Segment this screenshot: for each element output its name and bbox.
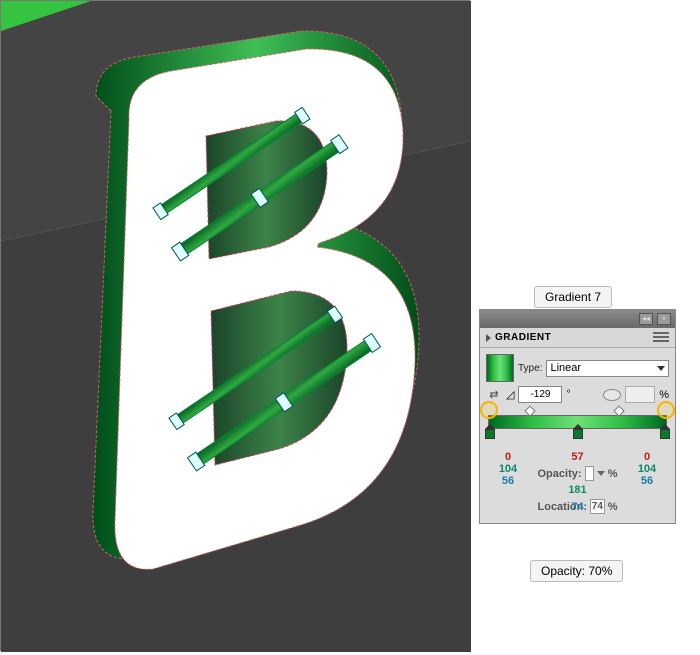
opacity-dropdown-icon[interactable] <box>597 471 605 476</box>
stop-left-r: 0 <box>488 451 528 463</box>
location-unit: % <box>608 501 618 513</box>
opacity-unit: % <box>608 468 618 480</box>
type-select[interactable]: Linear <box>546 360 669 377</box>
disclosure-icon <box>486 334 491 342</box>
opacity-callout: Opacity: 70% <box>530 560 623 582</box>
panel-title: GRADIENT <box>495 332 551 343</box>
stop-right-r: 0 <box>627 451 667 463</box>
location-input[interactable]: 74 <box>590 499 605 514</box>
opacity-midpoint[interactable] <box>524 405 536 417</box>
gradient-ramp[interactable] <box>488 415 667 429</box>
stop-mid-g: 181 <box>538 484 618 496</box>
aspect-ratio-input[interactable] <box>625 386 655 403</box>
gradient-stop-mid[interactable] <box>572 428 584 442</box>
artboard[interactable] <box>0 0 470 651</box>
chevron-down-icon <box>657 366 665 371</box>
panel-header: ◂◂ × <box>480 310 675 328</box>
stop-mid-r: 57 <box>538 451 618 463</box>
degree-label: ° <box>566 389 570 400</box>
gradient-swatch[interactable] <box>486 354 514 382</box>
aspect-ratio-icon <box>603 389 621 401</box>
type-label: Type: <box>518 363 542 374</box>
stop-left-g: 104 <box>488 463 528 475</box>
angle-input[interactable]: -129 <box>518 386 562 403</box>
opacity-input[interactable] <box>585 466 594 481</box>
stop-left-b: 56 <box>488 475 528 487</box>
step-label: Gradient 7 <box>534 286 612 308</box>
opacity-field-label: Opacity: <box>538 468 582 480</box>
gradient-stop-right[interactable] <box>659 428 671 442</box>
gradient-stop-left[interactable] <box>484 428 496 442</box>
type-value: Linear <box>550 362 581 374</box>
gradient-panel: ◂◂ × GRADIENT Type: Linear ⇄ ◿ -129 ° % <box>479 309 676 524</box>
reverse-gradient-icon[interactable]: ⇄ <box>486 387 502 403</box>
panel-menu-icon[interactable] <box>653 332 669 344</box>
aspect-percent-label: % <box>659 389 669 401</box>
opacity-midpoint[interactable] <box>613 405 625 417</box>
panel-tab[interactable]: GRADIENT <box>480 328 675 348</box>
panel-collapse-button[interactable]: ◂◂ <box>639 313 653 325</box>
angle-icon: ◿ <box>506 388 514 401</box>
stop-right-g: 104 <box>627 463 667 475</box>
stop-right-b: 56 <box>627 475 667 487</box>
panel-close-button[interactable]: × <box>657 313 671 325</box>
